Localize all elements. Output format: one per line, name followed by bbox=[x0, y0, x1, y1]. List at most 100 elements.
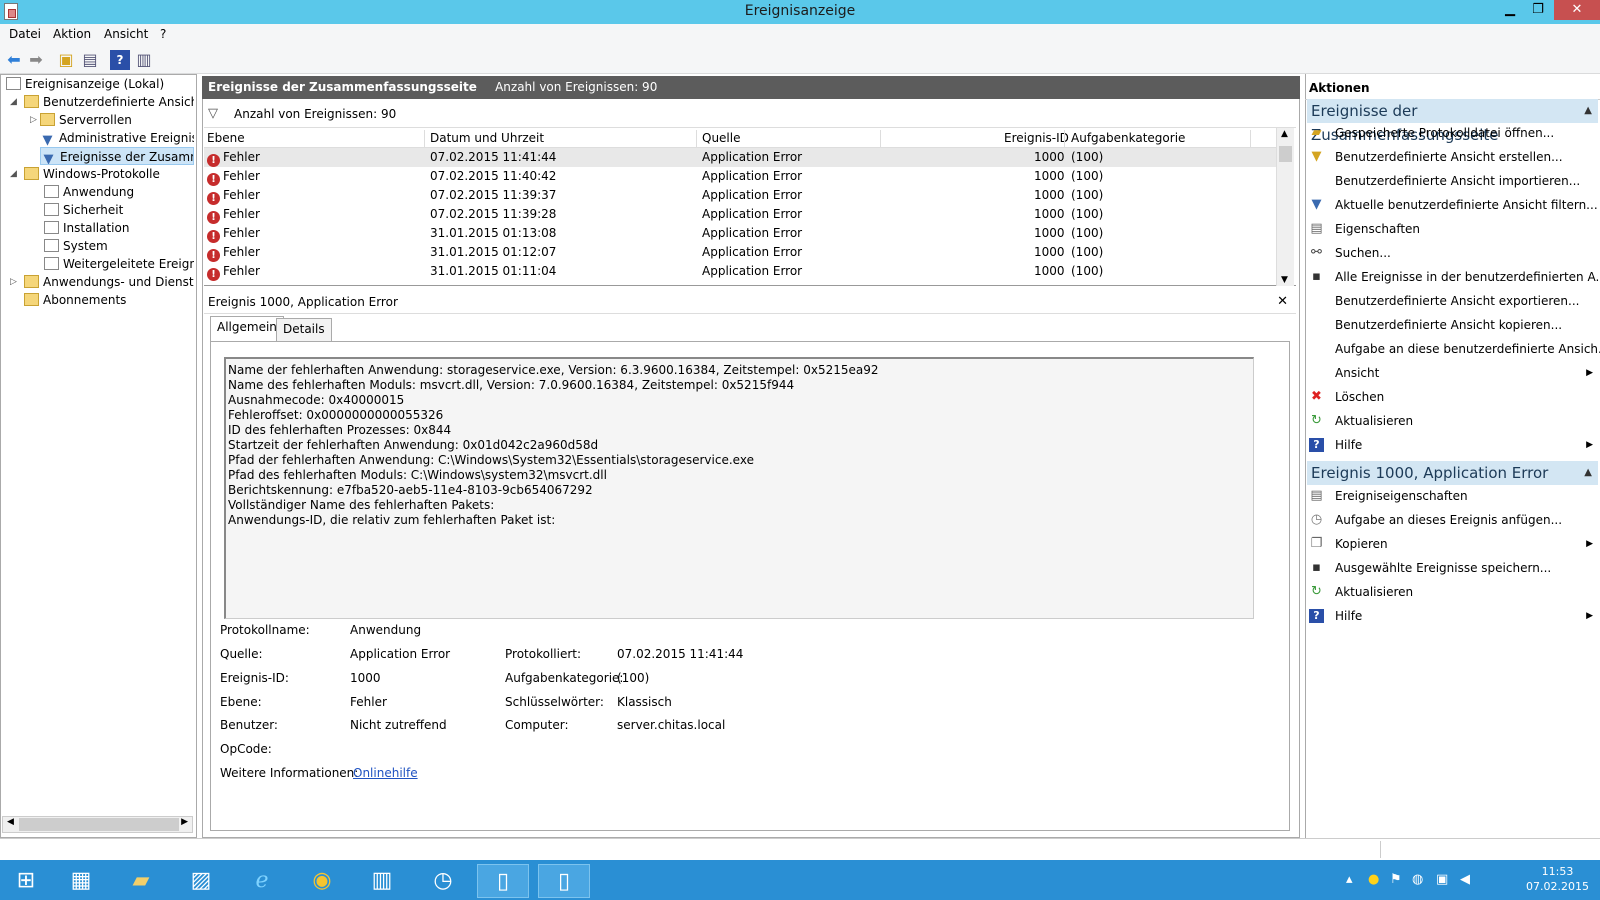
action-center-flag-icon[interactable]: ⚑ bbox=[1390, 872, 1402, 887]
action-create-custom-view[interactable]: ▼ Benutzerdefinierte Ansicht erstellen... bbox=[1309, 147, 1597, 167]
tree-admin-events[interactable]: ▼Administrative Ereignisse bbox=[40, 129, 195, 147]
menu-ansicht[interactable]: Ansicht bbox=[104, 27, 148, 41]
action-event-properties[interactable]: ▤ Ereigniseigenschaften bbox=[1309, 486, 1597, 506]
tree-summary-events[interactable]: ▼Ereignisse der Zusammer bbox=[40, 147, 194, 165]
chrome-icon[interactable]: ◉ bbox=[296, 864, 348, 898]
action-attach-task-view[interactable]: Aufgabe an diese benutzerdefinierte Ansi… bbox=[1309, 339, 1600, 359]
tree-root[interactable]: Ereignisanzeige (Lokal) bbox=[6, 75, 194, 93]
performance-monitor-icon[interactable]: ▨ bbox=[175, 864, 227, 898]
actions-section-event[interactable]: Ereignis 1000, Application Error ▲ bbox=[1307, 461, 1598, 485]
action-refresh-event[interactable]: ↻ Aktualisieren bbox=[1309, 582, 1597, 602]
file-explorer-icon[interactable]: ▰ bbox=[115, 864, 167, 898]
tree-server-roles[interactable]: ▷ Serverrollen bbox=[30, 111, 194, 129]
col-event-id[interactable]: Ereignis-ID bbox=[1004, 131, 1069, 145]
taskbar-clock[interactable]: 11:53 07.02.2015 bbox=[1526, 864, 1589, 894]
tray-app-icon[interactable]: ● bbox=[1368, 872, 1379, 887]
tab-details[interactable]: Details bbox=[276, 318, 332, 341]
back-arrow-icon[interactable]: ⬅ bbox=[4, 50, 24, 70]
action-find[interactable]: ⚯ Suchen... bbox=[1309, 243, 1597, 263]
level-label: Ebene: bbox=[220, 695, 262, 709]
maximize-button[interactable]: ❐ bbox=[1524, 0, 1552, 20]
close-detail-icon[interactable]: ✕ bbox=[1277, 290, 1288, 314]
action-export-custom-view[interactable]: Benutzerdefinierte Ansicht exportieren..… bbox=[1309, 291, 1597, 311]
tree-application[interactable]: Anwendung bbox=[44, 183, 194, 201]
action-open-saved-log[interactable]: ▰ Gespeicherte Protokolldatei öffnen... bbox=[1309, 123, 1597, 143]
event-description[interactable]: Name der fehlerhaften Anwendung: storage… bbox=[224, 357, 1254, 619]
tab-general[interactable]: Allgemein bbox=[210, 316, 284, 341]
tree-system[interactable]: System bbox=[44, 237, 194, 255]
action-attach-task-event[interactable]: ◷ Aufgabe an dieses Ereignis anfügen... bbox=[1309, 510, 1597, 530]
scroll-left-icon[interactable]: ◀ bbox=[7, 817, 14, 827]
clock-app-icon[interactable]: ◷ bbox=[417, 864, 469, 898]
collapse-arrow-icon[interactable]: ▲ bbox=[1584, 99, 1592, 123]
collapsed-arrow-icon[interactable]: ▷ bbox=[10, 273, 17, 291]
tray-globe-icon[interactable]: ◍ bbox=[1412, 872, 1423, 887]
table-row[interactable]: ! Fehler 31.01.2015 01:11:04 Application … bbox=[204, 262, 1276, 281]
tree-forwarded[interactable]: Weitergeleitete Ereignisse bbox=[44, 255, 194, 273]
collapsed-arrow-icon[interactable]: ▷ bbox=[30, 111, 37, 129]
action-save-selected[interactable]: ▪ Ausgewählte Ereignisse speichern... bbox=[1309, 558, 1597, 578]
action-help[interactable]: ? Hilfe ▶ bbox=[1309, 435, 1597, 455]
tree-horizontal-scrollbar[interactable]: ◀ ▶ bbox=[2, 816, 193, 833]
menu-datei[interactable]: Datei bbox=[9, 27, 41, 41]
tree-setup[interactable]: Installation bbox=[44, 219, 194, 237]
table-row[interactable]: ! Fehler 31.01.2015 01:12:07 Application … bbox=[204, 243, 1276, 262]
computer-value: server.chitas.local bbox=[617, 718, 726, 732]
tree-subscriptions[interactable]: Abonnements bbox=[24, 291, 194, 309]
scroll-right-icon[interactable]: ▶ bbox=[181, 817, 188, 827]
scroll-down-icon[interactable]: ▼ bbox=[1281, 275, 1288, 285]
actions-header: Aktionen bbox=[1305, 76, 1600, 100]
table-row[interactable]: ! Fehler 07.02.2015 11:40:42 Application … bbox=[204, 167, 1276, 186]
action-view[interactable]: Ansicht ▶ bbox=[1309, 363, 1597, 383]
action-copy-custom-view[interactable]: Benutzerdefinierte Ansicht kopieren... bbox=[1309, 315, 1597, 335]
table-row[interactable]: ! Fehler 07.02.2015 11:41:44 Application … bbox=[204, 148, 1276, 167]
scroll-thumb[interactable] bbox=[1279, 146, 1292, 162]
show-hide-tree-icon[interactable]: ▤ bbox=[80, 50, 100, 70]
action-filter-view[interactable]: ▼ Aktuelle benutzerdefinierte Ansicht fil… bbox=[1309, 195, 1598, 215]
open-folder-icon[interactable]: ▣ bbox=[56, 50, 76, 70]
scroll-up-icon[interactable]: ▲ bbox=[1281, 129, 1288, 139]
table-row[interactable]: ! Fehler 31.01.2015 01:13:08 Application … bbox=[204, 224, 1276, 243]
actions-section-summary[interactable]: Ereignisse der Zusammenfassungsseite ▲ bbox=[1307, 99, 1598, 144]
expanded-arrow-icon[interactable]: ◢ bbox=[10, 93, 17, 111]
col-date[interactable]: Datum und Uhrzeit bbox=[430, 131, 544, 145]
forward-arrow-icon[interactable]: ➡ bbox=[26, 50, 46, 70]
submenu-arrow-icon: ▶ bbox=[1586, 368, 1593, 378]
col-level[interactable]: Ebene bbox=[207, 131, 245, 145]
tree-custom-views[interactable]: ◢Benutzerdefinierte Ansichter bbox=[10, 93, 194, 111]
table-row[interactable]: ! Fehler 07.02.2015 11:39:28 Application … bbox=[204, 205, 1276, 224]
event-viewer-taskbar-icon-2[interactable]: ▯ bbox=[538, 864, 590, 898]
col-task-category[interactable]: Aufgabenkategorie bbox=[1071, 131, 1185, 145]
close-button[interactable]: ✕ bbox=[1554, 0, 1600, 20]
collapse-arrow-icon[interactable]: ▲ bbox=[1584, 461, 1592, 485]
table-row[interactable]: ! Fehler 07.02.2015 11:39:37 Application … bbox=[204, 186, 1276, 205]
tree-windows-logs[interactable]: ◢ Windows-Protokolle bbox=[10, 165, 194, 183]
event-viewer-taskbar-icon[interactable]: ▯ bbox=[477, 864, 529, 898]
grid-vertical-scrollbar[interactable]: ▲ ▼ bbox=[1276, 128, 1294, 286]
tree-security[interactable]: Sicherheit bbox=[44, 201, 194, 219]
col-source[interactable]: Quelle bbox=[702, 131, 740, 145]
tree-app-services[interactable]: ▷Anwendungs- und Dienstpro bbox=[10, 273, 194, 291]
action-delete[interactable]: ✖ Löschen bbox=[1309, 387, 1597, 407]
action-help-event[interactable]: ? Hilfe ▶ bbox=[1309, 606, 1597, 626]
online-help-link[interactable]: Onlinehilfe bbox=[353, 766, 418, 780]
minimize-button[interactable]: ▁ bbox=[1496, 0, 1524, 20]
show-hide-action-pane-icon[interactable]: ▥ bbox=[134, 50, 154, 70]
action-properties[interactable]: ▤ Eigenschaften bbox=[1309, 219, 1597, 239]
help-icon[interactable]: ? bbox=[110, 50, 130, 70]
action-save-all-events[interactable]: ▪ Alle Ereignisse in der benutzerdefinier… bbox=[1309, 267, 1600, 287]
scroll-thumb[interactable] bbox=[19, 818, 179, 831]
start-button[interactable]: ⊞ bbox=[0, 864, 52, 898]
action-import-custom-view[interactable]: Benutzerdefinierte Ansicht importieren..… bbox=[1309, 171, 1597, 191]
action-refresh[interactable]: ↻ Aktualisieren bbox=[1309, 411, 1597, 431]
volume-muted-icon[interactable]: ◀ bbox=[1460, 872, 1470, 887]
network-tray-icon[interactable]: ▣ bbox=[1436, 872, 1448, 887]
internet-explorer-icon[interactable]: ℯ bbox=[236, 864, 288, 898]
menu-aktion[interactable]: Aktion bbox=[53, 27, 91, 41]
server-manager-icon[interactable]: ▦ bbox=[55, 864, 107, 898]
action-copy[interactable]: ❐ Kopieren ▶ bbox=[1309, 534, 1597, 554]
menu-help[interactable]: ? bbox=[160, 27, 166, 41]
network-icon[interactable]: ▥ bbox=[356, 864, 408, 898]
expanded-arrow-icon[interactable]: ◢ bbox=[10, 165, 17, 183]
tray-expand-icon[interactable]: ▴ bbox=[1346, 872, 1353, 887]
